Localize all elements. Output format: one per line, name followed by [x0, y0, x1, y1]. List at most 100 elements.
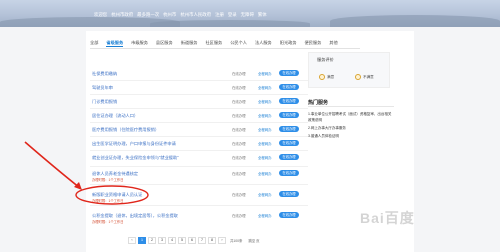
- tab-street[interactable]: 街道服务: [181, 40, 198, 46]
- row-divider: [90, 122, 308, 123]
- row-divider: [90, 94, 308, 95]
- service-status: 在线办理: [232, 128, 246, 132]
- service-handle-button[interactable]: 在线办理: [279, 98, 299, 104]
- service-status: 在线办理: [232, 193, 246, 197]
- rating-option-satisfied[interactable]: 满意: [319, 74, 334, 80]
- rating-title: 服务评价: [317, 57, 334, 62]
- page-button[interactable]: 2: [148, 236, 156, 244]
- service-time-limit: 办理时限：1个工作日: [92, 219, 124, 224]
- service-handle-button[interactable]: 在线办理: [279, 112, 299, 118]
- hot-services-title: 热门服务: [308, 100, 329, 106]
- page-prev-button[interactable]: ‹: [128, 236, 136, 244]
- service-title-link[interactable]: 驾驶员年审: [92, 85, 113, 91]
- service-time-limit: 办理时限：1个工作日: [92, 177, 124, 182]
- tab-city[interactable]: 市级服务: [131, 40, 148, 46]
- row-divider: [90, 80, 308, 81]
- hot-divider: [308, 106, 394, 107]
- service-tag: 全程网办: [258, 193, 272, 197]
- tab-county[interactable]: 县区服务: [156, 40, 173, 46]
- tab-other[interactable]: 其他: [329, 40, 337, 46]
- face-icon: [355, 74, 361, 80]
- tab-personal[interactable]: 公民个人: [230, 40, 247, 46]
- rating-option-unsatisfied[interactable]: 不满意: [355, 74, 374, 80]
- service-title-link[interactable]: 就业创业证办理，失业保险金申领与“就业援助”: [92, 155, 179, 161]
- face-icon: [319, 74, 325, 80]
- page-next-button[interactable]: ›: [218, 236, 226, 244]
- service-tag: 全程网办: [258, 214, 272, 218]
- service-tag: 全程网办: [258, 142, 272, 146]
- service-row: 退休人员养老金待遇核定 办理时限：1个工作日 在线办理 全程网办 在线办理: [92, 170, 304, 182]
- service-row: 居住证办理（流动人口） 在线办理 全程网办 在线办理: [92, 112, 304, 122]
- service-row: 医疗费用报销（住院医疗费用报销） 在线办理 全程网办 在线办理: [92, 126, 304, 136]
- row-divider: [90, 150, 308, 151]
- row-divider: [90, 166, 308, 167]
- pagination: ‹ 1 2 3 4 5 6 7 8 › 共100条 跳至 页: [128, 236, 262, 244]
- service-handle-button[interactable]: 在线办理: [279, 154, 299, 160]
- hot-service-link[interactable]: 2.网上办事大厅办事服务: [308, 125, 394, 131]
- service-rating-card: 服务评价 满意 不满意: [308, 52, 390, 88]
- page-button[interactable]: 6: [188, 236, 196, 244]
- page-button[interactable]: 5: [178, 236, 186, 244]
- watermark-logo: Bai百度: [360, 210, 415, 226]
- service-title-link[interactable]: 社保费用缴纳: [92, 71, 117, 77]
- service-status: 在线办理: [232, 172, 246, 176]
- page-goto[interactable]: 跳至 页: [246, 238, 261, 243]
- service-time-limit: 办理时限：1个工作日: [92, 198, 124, 203]
- service-handle-button[interactable]: 在线办理: [279, 126, 299, 132]
- tab-all[interactable]: 全部: [90, 40, 98, 46]
- service-row: 就业创业证办理，失业保险金申领与“就业援助” 在线办理 全程网办 在线办理: [92, 154, 304, 164]
- service-handle-button[interactable]: 在线办理: [279, 170, 299, 176]
- arrow-head-icon: [74, 182, 82, 190]
- tab-divider: [90, 48, 360, 49]
- top-nav-item[interactable]: 杭州市政府: [111, 12, 133, 18]
- top-nav-item[interactable]: 杭州市: [163, 12, 176, 18]
- page-button[interactable]: 4: [168, 236, 176, 244]
- hot-service-link[interactable]: 3.普通人员体检证明: [308, 133, 394, 139]
- service-status: 在线办理: [232, 86, 246, 90]
- service-row: 驾驶员年审 在线办理 全程网办 在线办理: [92, 84, 304, 94]
- service-title-link[interactable]: 出生医学证明办理，户口申报与身份证件申请: [92, 141, 176, 147]
- service-row: 新版职业资格申请人员认证 办理时限：1个工作日 在线办理 全程网办 在线办理: [92, 191, 304, 203]
- tab-legal[interactable]: 法人服务: [255, 40, 272, 46]
- tab-community[interactable]: 社区服务: [205, 40, 222, 46]
- service-tag: 全程网办: [258, 172, 272, 176]
- service-handle-button[interactable]: 在线办理: [279, 140, 299, 146]
- service-tag: 全程网办: [258, 156, 272, 160]
- service-row: 社保费用缴纳 在线办理 全程网办 在线办理: [92, 70, 304, 80]
- service-tag: 全程网办: [258, 72, 272, 76]
- service-title-link[interactable]: 居住证办理（流动人口）: [92, 113, 138, 119]
- service-title-link[interactable]: 门诊费用报销: [92, 99, 117, 105]
- service-handle-button[interactable]: 在线办理: [279, 84, 299, 90]
- tab-provincial[interactable]: 省级服务: [106, 40, 124, 47]
- page-button[interactable]: 8: [208, 236, 216, 244]
- row-divider: [90, 108, 308, 109]
- rating-option-label: 满意: [327, 74, 335, 79]
- tab-convenience[interactable]: 便民服务: [305, 40, 322, 46]
- top-nav-item[interactable]: 登录: [228, 12, 237, 18]
- page-total: 共100条: [230, 238, 243, 243]
- row-divider: [90, 184, 308, 185]
- service-handle-button[interactable]: 在线办理: [279, 191, 299, 197]
- top-nav-item[interactable]: 繁体: [258, 12, 267, 18]
- category-tabs: 全部 省级服务 市级服务 县区服务 街道服务 社区服务 公民个人 法人服务 阳光…: [90, 39, 338, 47]
- service-title-link[interactable]: 医疗费用报销（住院医疗费用报销）: [92, 127, 159, 133]
- service-tag: 全程网办: [258, 114, 272, 118]
- service-handle-button[interactable]: 在线办理: [279, 212, 299, 218]
- page-button-current[interactable]: 1: [138, 236, 146, 244]
- page: 欢迎您 杭州市政府 最多跑一次 杭州市 杭州市人民政府 注册 登录 无障碍 繁体…: [0, 0, 500, 252]
- service-tag: 全程网办: [258, 128, 272, 132]
- tab-government[interactable]: 阳光政务: [280, 40, 297, 46]
- service-row: 门诊费用报销 在线办理 全程网办 在线办理: [92, 98, 304, 108]
- top-nav-item[interactable]: 欢迎您: [94, 12, 107, 18]
- top-nav-item[interactable]: 最多跑一次: [137, 12, 159, 18]
- top-nav-item[interactable]: 无障碍: [241, 12, 254, 18]
- top-nav-item[interactable]: 注册: [215, 12, 224, 18]
- row-divider: [90, 136, 308, 137]
- hot-service-link[interactable]: 1.事业单位公开招聘考试（面试）资格复审，出台相关政策说明: [308, 111, 394, 123]
- page-button[interactable]: 3: [158, 236, 166, 244]
- service-handle-button[interactable]: 在线办理: [279, 70, 299, 76]
- top-nav-item[interactable]: 杭州市人民政府: [180, 12, 211, 18]
- service-status: 在线办理: [232, 142, 246, 146]
- page-button[interactable]: 7: [198, 236, 206, 244]
- annotation-arrow-icon: [24, 141, 81, 189]
